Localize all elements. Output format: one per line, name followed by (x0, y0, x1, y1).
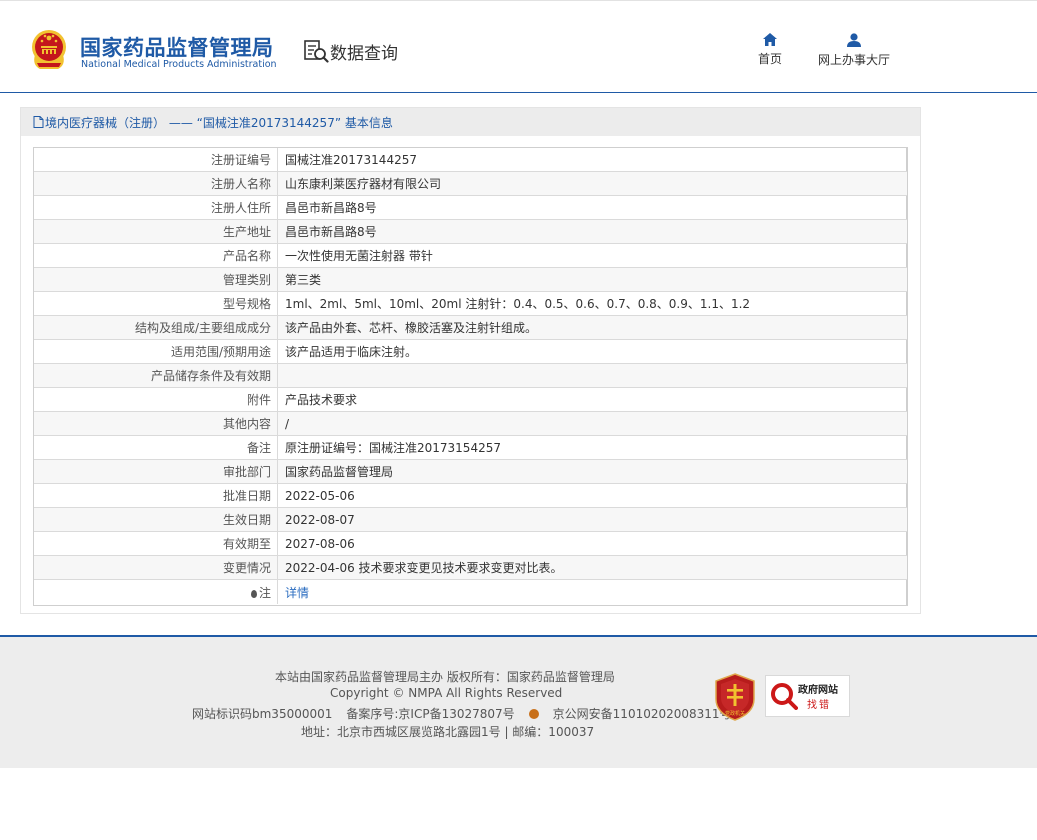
data-query-label: 数据查询 (330, 43, 398, 64)
footer-site-id: 网站标识码bm35000001 (192, 707, 333, 721)
row-value: 山东康利莱医疗器材有限公司 (277, 171, 907, 196)
panel-breadcrumb: 境内医疗器械（注册） —— “国械注准20173144257” 基本信息 (21, 108, 920, 136)
table-row: 注册人名称 山东康利莱医疗器材有限公司 (34, 171, 907, 196)
table-row: 生效日期 2022-08-07 (34, 507, 907, 532)
row-label: 注册人名称 (34, 171, 278, 196)
footer-address: 地址：北京市西城区展览路北露园1号 | 邮编：100037 (301, 725, 595, 739)
row-value (277, 363, 907, 388)
table-row: 型号规格 1ml、2ml、5ml、10ml、20ml 注射针：0.4、0.5、0.… (34, 291, 907, 316)
table-row-note: 注 详情 (34, 579, 908, 605)
footer-copyright: Copyright © NMPA All Rights Reserved (330, 686, 563, 700)
footer-police-link[interactable]: 京公网安备11010202008311号 (553, 707, 732, 721)
row-label: 审批部门 (34, 459, 278, 484)
org-name-cn[interactable]: 国家药品监督管理局 (80, 32, 274, 62)
row-value: 国械注准20173144257 (277, 148, 907, 172)
row-value: 详情 (278, 580, 908, 605)
details-link[interactable]: 详情 (285, 586, 309, 600)
row-label: 生产地址 (34, 219, 278, 244)
breadcrumb-text[interactable]: 境内医疗器械（注册） —— “国械注准20173144257” 基本信息 (45, 114, 393, 131)
gov-website-error-report[interactable]: 政府网站 找错 (765, 675, 850, 717)
row-label: 型号规格 (34, 291, 278, 316)
gov-badge-subtitle: 找错 (807, 700, 831, 711)
table-row: 注册证编号 国械注准20173144257 (34, 148, 907, 172)
table-row: 生产地址 昌邑市新昌路8号 (34, 219, 907, 244)
table-row: 备注 原注册证编号：国械注准20173154257 (34, 435, 907, 460)
nav-home-label: 首页 (758, 52, 783, 66)
row-label: 备注 (34, 435, 278, 460)
national-emblem-icon[interactable] (28, 27, 70, 71)
nav-online-service-label: 网上办事大厅 (818, 53, 891, 67)
note-label: 注 (258, 585, 271, 600)
table-row: 其他内容 / (34, 411, 907, 436)
party-government-badge-icon[interactable]: 党政机关 (714, 673, 756, 721)
row-label: 有效期至 (34, 531, 278, 556)
table-row: 审批部门 国家药品监督管理局 (34, 459, 907, 484)
row-label: 管理类别 (34, 267, 278, 292)
row-value: 该产品由外套、芯杆、橡胶活塞及注射针组成。 (277, 315, 907, 340)
magnifier-icon (771, 683, 798, 710)
row-label: 产品名称 (34, 243, 278, 268)
document-icon (33, 116, 44, 128)
row-label: 批准日期 (34, 483, 278, 508)
data-query-link[interactable]: 数据查询 (303, 38, 398, 64)
row-label: 适用范围/预期用途 (34, 339, 278, 364)
row-label: 产品储存条件及有效期 (34, 363, 278, 388)
row-value: 该产品适用于临床注射。 (277, 339, 907, 364)
row-value: 产品技术要求 (277, 387, 907, 412)
org-name-en[interactable]: National Medical Products Administration (81, 59, 277, 70)
police-badge-icon (528, 709, 539, 719)
row-value: 原注册证编号：国械注准20173154257 (277, 435, 907, 460)
nav-online-service-hall[interactable]: 网上办事大厅 (818, 33, 890, 68)
row-label: 生效日期 (34, 507, 278, 532)
home-icon (763, 33, 777, 46)
row-label: 变更情况 (34, 555, 278, 580)
table-row: 产品储存条件及有效期 (34, 363, 907, 388)
row-value: 国家药品监督管理局 (277, 459, 907, 484)
site-header: 国家药品监督管理局 National Medical Products Admi… (0, 1, 1037, 93)
row-value: / (277, 411, 907, 436)
table-row: 产品名称 一次性使用无菌注射器 带针 (34, 243, 907, 268)
row-label: 结构及组成/主要组成成分 (34, 315, 278, 340)
row-value: 1ml、2ml、5ml、10ml、20ml 注射针：0.4、0.5、0.6、0.… (277, 291, 907, 316)
row-value: 一次性使用无菌注射器 带针 (277, 243, 907, 268)
table-row: 批准日期 2022-05-06 (34, 483, 907, 508)
footer-registration-line: 网站标识码bm35000001 备案序号:京ICP备13027807号 京公网安备1… (192, 705, 732, 722)
user-icon (847, 33, 861, 47)
table-row: 有效期至 2027-08-06 (34, 531, 907, 556)
table-row: 附件 产品技术要求 (34, 387, 907, 412)
site-footer: 本站由国家药品监督管理局主办 版权所有：国家药品监督管理局 Copyright … (0, 637, 1037, 768)
row-label: 其他内容 (34, 411, 278, 436)
row-value: 2022-04-06 技术要求变更见技术要求变更对比表。 (277, 555, 907, 580)
footer-sponsor-text: 本站由国家药品监督管理局主办 版权所有：国家药品监督管理局 (275, 670, 615, 684)
header-divider (0, 92, 1037, 93)
row-value: 2022-05-06 (277, 483, 907, 508)
nav-home[interactable]: 首页 (758, 33, 782, 67)
party-badge-label: 党政机关 (725, 710, 745, 717)
row-value: 第三类 (277, 267, 907, 292)
row-value: 昌邑市新昌路8号 (277, 219, 907, 244)
info-table-wrapper: 注册证编号 国械注准20173144257 注册人名称 山东康利莱医疗器材有限公司 … (33, 147, 908, 606)
gov-badge-title: 政府网站 (798, 685, 838, 696)
table-row: 适用范围/预期用途 该产品适用于临床注射。 (34, 339, 907, 364)
row-value: 2027-08-06 (277, 531, 907, 556)
footer-icp-link[interactable]: 备案序号:京ICP备13027807号 (346, 707, 514, 721)
registration-info-table: 注册证编号 国械注准20173144257 注册人名称 山东康利莱医疗器材有限公司 … (34, 148, 907, 604)
table-row: 注册人住所 昌邑市新昌路8号 (34, 195, 907, 220)
row-label: 注 (34, 579, 278, 604)
row-label: 附件 (34, 387, 278, 412)
row-label: 注册人住所 (34, 195, 278, 220)
table-row: 结构及组成/主要组成成分 该产品由外套、芯杆、橡胶活塞及注射针组成。 (34, 315, 907, 340)
row-label: 注册证编号 (34, 148, 278, 172)
pin-icon (250, 589, 257, 598)
table-row: 管理类别 第三类 (34, 267, 907, 292)
row-value: 昌邑市新昌路8号 (277, 195, 907, 220)
registration-info-panel: 境内医疗器械（注册） —— “国械注准20173144257” 基本信息 注册证… (20, 107, 921, 614)
table-row: 变更情况 2022-04-06 技术要求变更见技术要求变更对比表。 (34, 555, 907, 580)
row-value: 2022-08-07 (277, 507, 907, 532)
search-document-icon (304, 40, 329, 63)
